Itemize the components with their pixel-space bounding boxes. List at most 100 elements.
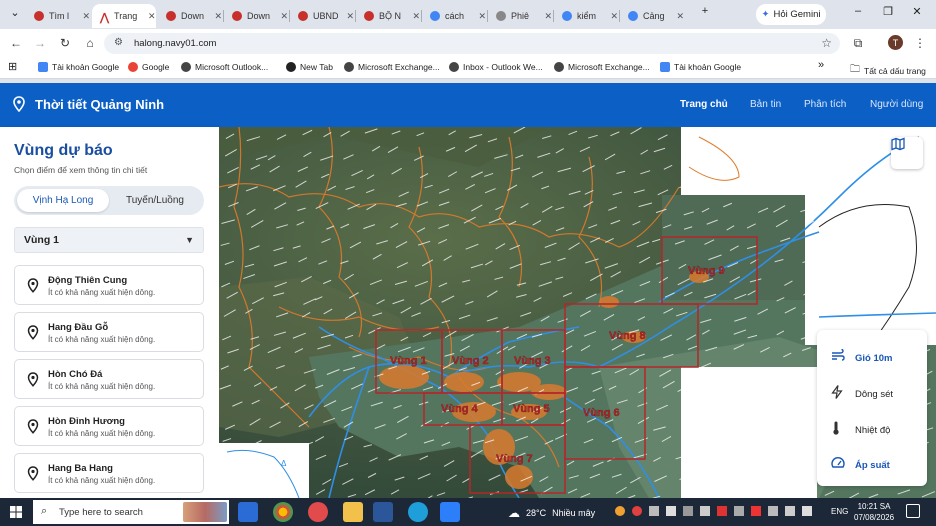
layer-wind[interactable]: Gió 10m — [831, 349, 893, 367]
tab-search-icon[interactable]: ⌄ — [5, 6, 25, 19]
taskbar-clock[interactable]: 10:21 SA 07/08/2026 — [854, 501, 894, 523]
layer-pressure[interactable]: Áp suất — [831, 456, 890, 474]
back-icon[interactable]: ← — [8, 36, 24, 50]
weather-map[interactable]: Δ Vùng 1 Vùng 2 Vùng 3 Vùng 4 Vùng 5 Vùn… — [219, 127, 936, 498]
taskbar-weather[interactable]: ☁ 28°C Nhiều mây — [508, 506, 595, 520]
layer-lightning[interactable]: Dông sét — [831, 385, 893, 403]
gemini-button[interactable]: ✦ Hỏi Gemini — [756, 4, 826, 25]
bookmark-item[interactable]: Google — [128, 62, 169, 72]
tray-icon[interactable] — [666, 506, 676, 516]
site-title[interactable]: Thời tiết Quảng Ninh — [35, 97, 164, 112]
place-card[interactable]: Hang Ba Hang Ít có khả năng xuất hiện dôn… — [14, 453, 204, 493]
tray-icon[interactable] — [632, 506, 642, 516]
tray-icon[interactable] — [700, 506, 710, 516]
home-icon[interactable]: ⌂ — [82, 36, 98, 50]
close-tab-icon[interactable]: ✕ — [676, 11, 684, 22]
tray-icon[interactable] — [615, 506, 625, 516]
place-card[interactable]: Hòn Chó Đá Ít có khả năng xuất hiện dông. — [14, 359, 204, 399]
apps-grid-icon[interactable]: ⊞ — [8, 60, 17, 73]
close-tab-icon[interactable]: ✕ — [478, 11, 486, 22]
zalo-taskbar-icon[interactable] — [308, 502, 328, 522]
nav-users[interactable]: Người dùng — [870, 99, 923, 110]
minimize-button[interactable]: – — [848, 5, 868, 17]
bookmark-item[interactable]: Tài khoản Google — [38, 62, 119, 72]
close-tab-icon[interactable]: ✕ — [280, 11, 288, 22]
browser-tab[interactable]: Down ✕ — [158, 4, 222, 28]
bookmark-star-icon[interactable]: ☆ — [821, 36, 832, 50]
browser-tab[interactable]: ⋀ Trang ✕ — [92, 4, 156, 28]
task-view-icon[interactable] — [238, 502, 258, 522]
map-layers-button[interactable] — [891, 137, 923, 169]
close-tab-icon[interactable]: ✕ — [610, 11, 618, 22]
place-description: Ít có khả năng xuất hiện dông. — [48, 476, 156, 485]
weather-temp: 28°C — [526, 508, 547, 518]
volume-icon[interactable] — [785, 506, 795, 516]
browser-tab[interactable]: Down ✕ — [224, 4, 288, 28]
bookmarks-more-button[interactable]: » — [818, 59, 824, 71]
close-tab-icon[interactable]: ✕ — [214, 11, 222, 22]
layer-temperature[interactable]: Nhiệt độ — [831, 421, 890, 439]
wind-icon — [831, 349, 845, 365]
all-bookmarks-button[interactable]: 🗀 Tất cả dấu trang — [850, 62, 926, 79]
file-explorer-icon[interactable] — [343, 502, 363, 522]
notification-icon[interactable] — [906, 504, 920, 518]
tray-icon[interactable] — [649, 506, 659, 516]
tray-icon[interactable] — [717, 506, 727, 516]
battery-icon[interactable] — [802, 506, 812, 516]
exchange-icon — [344, 62, 354, 72]
address-bar[interactable]: ⚙ halong.navy01.com ☆ — [104, 33, 840, 54]
browser-tab[interactable]: kiểm ✕ — [554, 4, 618, 28]
restore-button[interactable]: ❐ — [878, 5, 898, 18]
profile-avatar[interactable]: T — [888, 35, 903, 50]
forward-icon[interactable]: → — [32, 36, 48, 50]
bookmark-item[interactable]: Microsoft Exchange... — [344, 62, 440, 72]
gauge-icon — [831, 457, 845, 472]
browser-tab[interactable]: cách ✕ — [422, 4, 486, 28]
browser-tab[interactable]: Phiê ✕ — [488, 4, 552, 28]
nav-bulletins[interactable]: Bản tin — [750, 99, 781, 110]
close-tab-icon[interactable]: ✕ — [412, 11, 420, 22]
tray-icon[interactable] — [751, 506, 761, 516]
browser-tab[interactable]: UBND ✕ — [290, 4, 354, 28]
tab-separator — [223, 10, 224, 22]
bookmark-item[interactable]: New Tab — [286, 62, 333, 72]
browser-tab[interactable]: BỘ N ✕ — [356, 4, 420, 28]
new-tab-button[interactable]: + — [695, 5, 715, 17]
extensions-icon[interactable]: ⧉ — [850, 36, 866, 51]
edge-taskbar-icon[interactable] — [408, 502, 428, 522]
nav-analysis[interactable]: Phân tích — [804, 99, 846, 110]
close-tab-icon[interactable]: ✕ — [82, 11, 90, 22]
place-card[interactable]: Động Thiên Cung Ít có khả năng xuất hiện … — [14, 265, 204, 305]
language-indicator[interactable]: ENG — [831, 507, 848, 516]
bookmark-item[interactable]: Microsoft Outlook... — [181, 62, 268, 72]
tab-routes[interactable]: Tuyến/Luồng — [109, 189, 201, 212]
browser-menu-icon[interactable]: ⋮ — [912, 36, 928, 50]
region-select[interactable]: Vùng 1 ▼ — [14, 227, 204, 253]
clock-date: 07/08/2026 — [854, 513, 895, 522]
place-card[interactable]: Hang Đầu Gỗ Ít có khả năng xuất hiện dông… — [14, 312, 204, 352]
tray-icon[interactable] — [683, 506, 693, 516]
close-tab-icon[interactable]: ✕ — [346, 11, 354, 22]
browser-tab[interactable]: Cảng ✕ — [620, 4, 684, 28]
reload-icon[interactable]: ↻ — [57, 36, 73, 50]
close-window-button[interactable]: ✕ — [907, 5, 927, 18]
chrome-taskbar-icon[interactable] — [273, 502, 293, 522]
site-info-icon[interactable]: ⚙ — [114, 37, 123, 48]
windows-start-icon[interactable] — [10, 506, 22, 518]
nav-home[interactable]: Trang chủ — [680, 99, 728, 110]
word-taskbar-icon[interactable] — [373, 502, 393, 522]
bookmark-item[interactable]: Inbox - Outlook We... — [449, 62, 543, 72]
place-card[interactable]: Hòn Đỉnh Hương Ít có khả năng xuất hiện d… — [14, 406, 204, 446]
browser-tab[interactable]: Tìm l ✕ — [26, 4, 90, 28]
taskbar-search[interactable]: ⌕ Type here to search — [33, 500, 229, 524]
bookmark-item[interactable]: Microsoft Exchange... — [554, 62, 650, 72]
app-taskbar-icon[interactable] — [440, 502, 460, 522]
tray-icon[interactable] — [734, 506, 744, 516]
exchange-icon — [554, 62, 564, 72]
bookmark-item[interactable]: Tài khoản Google — [660, 62, 741, 72]
close-tab-icon[interactable]: ✕ — [148, 11, 156, 22]
place-name: Hang Đầu Gỗ — [48, 322, 109, 333]
tab-ha-long-bay[interactable]: Vịnh Hạ Long — [17, 189, 109, 212]
close-tab-icon[interactable]: ✕ — [544, 11, 552, 22]
tray-icon[interactable] — [768, 506, 778, 516]
